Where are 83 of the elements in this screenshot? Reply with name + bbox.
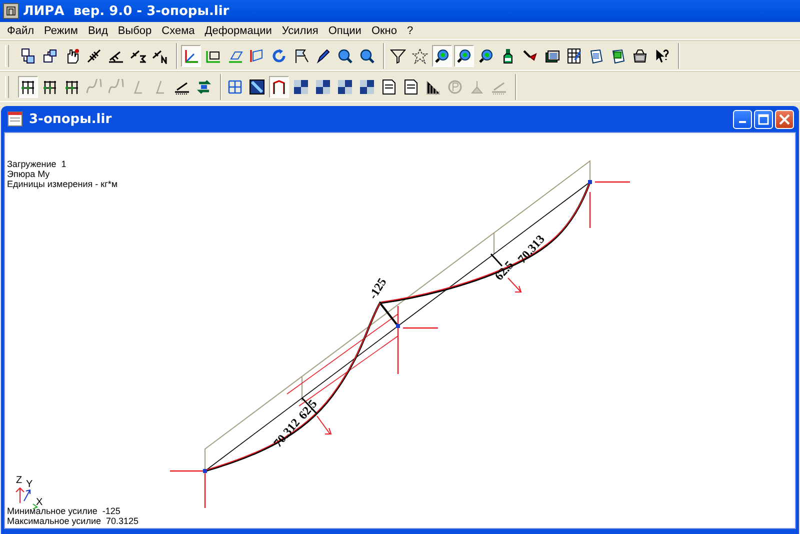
basket-icon bbox=[632, 48, 648, 64]
menu-item[interactable]: Окно bbox=[366, 24, 402, 36]
frame-icon bbox=[42, 78, 58, 94]
info-text: Загружение 1 bbox=[7, 159, 68, 169]
menu-item[interactable]: Файл bbox=[2, 24, 40, 36]
axis-label: Y bbox=[26, 479, 33, 490]
close-icon bbox=[779, 114, 790, 124]
circle-icon bbox=[447, 78, 463, 94]
frame-icon bbox=[64, 78, 80, 94]
mesh-icon bbox=[249, 78, 265, 94]
maximize-button[interactable] bbox=[754, 110, 773, 128]
result-text: Максимальное усилие 70.3125 bbox=[7, 516, 139, 526]
magnifier-icon bbox=[478, 48, 494, 64]
window-title: ЛИРА вер. 9.0 - 3-опоры.lir bbox=[23, 4, 230, 18]
moment-value: 62.5 bbox=[296, 396, 320, 422]
swap-icon bbox=[196, 78, 212, 94]
maximize-icon bbox=[758, 114, 769, 124]
menu-item[interactable]: ? bbox=[402, 24, 418, 36]
hatch-icon bbox=[152, 48, 168, 64]
app-icon[interactable] bbox=[3, 3, 19, 19]
grid-icon bbox=[227, 78, 243, 94]
clipboard-icon bbox=[588, 48, 604, 64]
menu-item[interactable]: Усилия bbox=[276, 24, 324, 36]
menu-item[interactable]: Выбор bbox=[112, 24, 157, 36]
toolbar-button[interactable] bbox=[432, 44, 452, 66]
checker-icon bbox=[315, 78, 331, 94]
document-icon bbox=[20, 48, 36, 64]
magnifier-icon bbox=[359, 48, 375, 64]
menu-item[interactable]: Схема bbox=[156, 24, 200, 36]
bar-icon bbox=[425, 78, 441, 94]
force-arrow bbox=[316, 416, 332, 434]
menu-item[interactable]: Опции bbox=[323, 24, 366, 36]
toolbar-button[interactable] bbox=[454, 44, 474, 66]
minimize-icon bbox=[739, 121, 746, 123]
node-marker bbox=[203, 469, 207, 473]
menu-item[interactable]: Режим bbox=[39, 24, 83, 36]
menu-item[interactable]: Вид bbox=[82, 24, 113, 36]
clipboard-icon bbox=[610, 48, 626, 64]
support-cross bbox=[397, 305, 439, 375]
support-icon bbox=[469, 78, 485, 94]
flag-icon bbox=[293, 48, 309, 64]
document-title: 3-опоры.lir bbox=[29, 112, 113, 126]
hatch-icon bbox=[86, 48, 102, 64]
result-text: Минимальное усилие -125 bbox=[7, 506, 122, 516]
stack-icon bbox=[544, 48, 560, 64]
node-marker bbox=[588, 180, 592, 184]
axis-label: X bbox=[36, 497, 43, 508]
document-icon bbox=[42, 48, 58, 64]
plane-icon bbox=[249, 48, 265, 64]
force-arrow bbox=[508, 278, 522, 292]
support-cross bbox=[589, 181, 631, 229]
hatch-icon bbox=[130, 48, 146, 64]
curve-icon bbox=[86, 78, 102, 94]
frame-icon bbox=[20, 78, 36, 94]
axis-triad bbox=[16, 487, 38, 510]
magnifier-icon bbox=[434, 48, 450, 64]
star-icon bbox=[412, 48, 428, 64]
checker-icon bbox=[337, 78, 353, 94]
info-text: Эпюра My bbox=[7, 169, 51, 179]
axis-label: Z bbox=[16, 475, 22, 486]
axes-icon bbox=[183, 48, 199, 64]
document-icon bbox=[7, 111, 23, 127]
toolbar-button[interactable] bbox=[18, 76, 38, 98]
table-icon bbox=[566, 48, 582, 64]
magnifier-icon bbox=[456, 48, 472, 64]
curve-icon bbox=[108, 78, 124, 94]
support-cross bbox=[169, 470, 206, 509]
help-cursor-icon bbox=[654, 48, 670, 64]
frame-icon bbox=[271, 78, 287, 94]
document-icon bbox=[381, 78, 397, 94]
node-marker bbox=[396, 324, 400, 328]
rotate-icon bbox=[271, 48, 287, 64]
magnifier-icon bbox=[337, 48, 353, 64]
close-button[interactable] bbox=[775, 110, 794, 128]
checker-icon bbox=[359, 78, 375, 94]
minimize-button[interactable] bbox=[733, 110, 752, 128]
funnel-icon bbox=[390, 48, 406, 64]
info-text: Единицы измерения - кг*м bbox=[7, 179, 118, 189]
menu-item[interactable]: Деформации bbox=[200, 24, 277, 36]
document-icon bbox=[403, 78, 419, 94]
checker-icon bbox=[293, 78, 309, 94]
pencil-icon bbox=[315, 48, 331, 64]
toolbar-button[interactable] bbox=[269, 76, 289, 98]
